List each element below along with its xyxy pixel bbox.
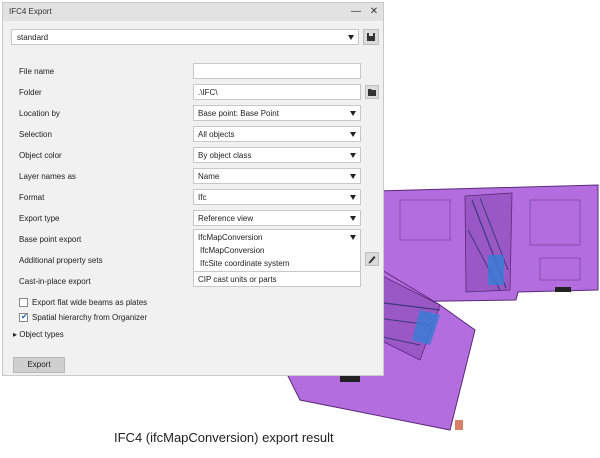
- ifc4-export-dialog: IFC4 Export — ✕ standard File name Folde…: [2, 2, 384, 376]
- export-type-select[interactable]: Reference view: [193, 210, 361, 226]
- minimize-icon[interactable]: —: [349, 5, 363, 19]
- selection-select[interactable]: All objects: [193, 126, 361, 142]
- checkmark-icon: ✔: [21, 312, 28, 321]
- base-point-export-label: Base point export: [19, 235, 82, 244]
- format-label: Format: [19, 193, 45, 202]
- flat-wide-beams-label: Export flat wide beams as plates: [32, 298, 148, 307]
- option-ifcsite-coordinate-system[interactable]: IfcSite coordinate system: [200, 259, 289, 268]
- folder-label: Folder: [19, 88, 42, 97]
- export-type-label: Export type: [19, 214, 60, 223]
- chevron-down-icon: [350, 235, 356, 240]
- browse-folder-button[interactable]: [365, 85, 379, 99]
- layer-names-select[interactable]: Name: [193, 168, 361, 184]
- chevron-down-icon: [350, 132, 356, 137]
- cast-in-place-select[interactable]: CIP cast units or parts: [193, 271, 361, 287]
- object-color-label: Object color: [19, 151, 62, 160]
- chevron-down-icon: [350, 111, 356, 116]
- close-icon[interactable]: ✕: [367, 5, 381, 19]
- chevron-down-icon: [350, 216, 356, 221]
- spatial-hierarchy-checkbox[interactable]: ✔: [19, 312, 28, 322]
- triangle-right-icon: ▸: [13, 330, 18, 339]
- object-color-select[interactable]: By object class: [193, 147, 361, 163]
- preset-select[interactable]: standard: [11, 29, 359, 45]
- export-button[interactable]: Export: [13, 357, 65, 373]
- model-building-right: [377, 184, 599, 303]
- save-preset-button[interactable]: [363, 29, 379, 45]
- pencil-icon: [368, 256, 376, 264]
- object-types-expander[interactable]: ▸ Object types: [13, 330, 64, 339]
- folder-input[interactable]: .\IFC\: [193, 84, 361, 100]
- object-types-label: Object types: [19, 330, 64, 339]
- location-by-select[interactable]: Base point: Base Point: [193, 105, 361, 121]
- window-title: IFC4 Export: [9, 7, 52, 16]
- spatial-hierarchy-label: Spatial hierarchy from Organizer: [32, 313, 148, 322]
- cast-in-place-label: Cast-in-place export: [19, 277, 91, 286]
- layer-names-label: Layer names as: [19, 172, 76, 181]
- base-point-dropdown-list: IfcMapConversion IfcSite coordinate syst…: [193, 244, 361, 272]
- edit-property-sets-button[interactable]: [365, 252, 379, 266]
- option-ifcmapconversion[interactable]: IfcMapConversion: [200, 246, 264, 255]
- flat-wide-beams-checkbox[interactable]: [19, 298, 28, 307]
- format-select[interactable]: Ifc: [193, 189, 361, 205]
- file-name-input[interactable]: [193, 63, 361, 79]
- chevron-down-icon: [350, 174, 356, 179]
- selection-label: Selection: [19, 130, 52, 139]
- title-bar: IFC4 Export — ✕: [3, 3, 383, 21]
- chevron-down-icon: [350, 195, 356, 200]
- base-point-export-select[interactable]: IfcMapConversion: [193, 229, 361, 245]
- chevron-down-icon: [350, 153, 356, 158]
- chevron-down-icon: [348, 35, 354, 40]
- additional-property-sets-label: Additional property sets: [19, 256, 103, 265]
- floppy-disk-icon: [367, 33, 375, 41]
- folder-icon: [368, 89, 376, 96]
- file-name-label: File name: [19, 67, 55, 76]
- location-by-label: Location by: [19, 109, 60, 118]
- image-caption: IFC4 (ifcMapConversion) export result: [114, 430, 334, 445]
- preset-value: standard: [17, 33, 49, 42]
